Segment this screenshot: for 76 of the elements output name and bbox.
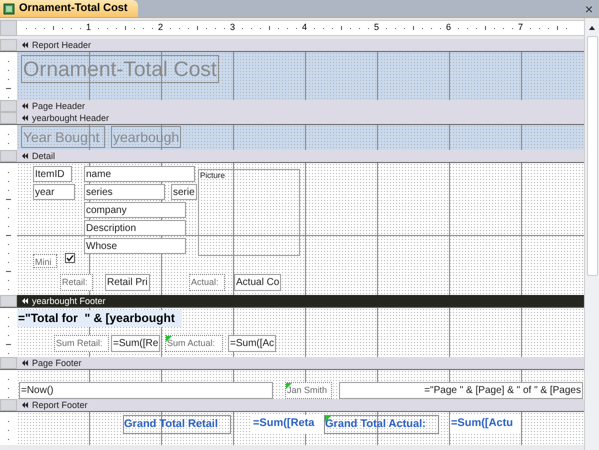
text-box[interactable]: series bbox=[84, 184, 165, 200]
section-title: yearbought Footer bbox=[32, 296, 106, 306]
ruler-number: 1 bbox=[86, 22, 92, 33]
text-box[interactable]: =Sum([Ac bbox=[228, 335, 276, 352]
section-bar[interactable]: yearbought Footer bbox=[17, 295, 584, 307]
section-bar[interactable]: yearbought Header bbox=[17, 112, 584, 124]
section-title: Detail bbox=[32, 150, 56, 162]
section-selector[interactable] bbox=[0, 357, 17, 369]
vertical-ruler bbox=[0, 52, 17, 100]
vertical-ruler bbox=[0, 125, 17, 150]
text-box[interactable]: ="Page " & [Page] & " of " & [Pages bbox=[339, 382, 583, 399]
text-box[interactable]: Whose bbox=[84, 238, 186, 254]
text-box[interactable]: Actual Co bbox=[234, 274, 282, 291]
section-icon bbox=[21, 297, 29, 305]
ruler-number: 5 bbox=[374, 22, 380, 33]
section-title: Page Header bbox=[32, 100, 86, 112]
document-tab[interactable]: Ornament-Total Cost bbox=[0, 0, 138, 17]
section-body[interactable]: =Now() Jan Smith ="Page " & [Page] & " of " & [Pages bbox=[17, 370, 584, 399]
text-box[interactable]: Description bbox=[84, 220, 186, 236]
text-box[interactable]: ItemID bbox=[33, 166, 72, 182]
total-text-box[interactable]: =Sum([Reta bbox=[252, 415, 322, 434]
report-icon bbox=[3, 2, 15, 14]
section-selector[interactable] bbox=[0, 399, 17, 411]
section-title: Report Header bbox=[32, 40, 92, 50]
section-selector[interactable] bbox=[0, 150, 17, 162]
section-title: yearbought Header bbox=[32, 112, 110, 124]
close-button[interactable]: × bbox=[580, 0, 597, 16]
section-bar[interactable]: Page Header bbox=[17, 100, 584, 112]
section-bar[interactable]: Report Header bbox=[17, 39, 584, 51]
report-label[interactable]: Actual: bbox=[189, 274, 225, 291]
text-box[interactable]: Retail Pri bbox=[105, 274, 150, 291]
checkbox[interactable] bbox=[65, 253, 75, 263]
section-bar[interactable]: Report Footer bbox=[17, 399, 584, 411]
report-label[interactable]: Jan Smith bbox=[285, 382, 332, 399]
tab-title: Ornament-Total Cost bbox=[19, 1, 128, 16]
report-label[interactable]: Sum Actual: bbox=[165, 335, 223, 352]
vertical-ruler bbox=[0, 370, 17, 399]
section-icon bbox=[21, 401, 29, 409]
image-frame[interactable]: Picture bbox=[198, 169, 300, 256]
text-box[interactable]: company bbox=[84, 202, 186, 218]
vertical-ruler bbox=[0, 308, 17, 357]
image-frame-label: Picture bbox=[200, 170, 225, 181]
section-selector[interactable] bbox=[0, 100, 17, 112]
section-selector[interactable] bbox=[0, 39, 17, 51]
report-label[interactable]: Retail: bbox=[60, 274, 93, 291]
text-box[interactable]: serie bbox=[171, 184, 197, 200]
section-selector[interactable] bbox=[0, 112, 17, 124]
total-text-box[interactable]: =Sum([Actu bbox=[450, 415, 520, 434]
text-box[interactable]: name bbox=[84, 166, 195, 182]
text-box[interactable]: =Now() bbox=[19, 382, 273, 399]
section-icon bbox=[21, 359, 29, 367]
section-body[interactable]: ItemID name Picture year series serie company Description Whose Mini Retail: Retail Pri Actual: Actual Co bbox=[17, 163, 584, 295]
section-icon bbox=[21, 41, 29, 49]
text-box[interactable]: =Sum([Re bbox=[111, 335, 160, 352]
vertical-scrollbar[interactable] bbox=[584, 18, 599, 450]
section-selector[interactable] bbox=[0, 295, 17, 307]
section-title: Page Footer bbox=[32, 358, 82, 368]
section-bar[interactable]: Page Footer bbox=[17, 357, 584, 369]
section-bar[interactable]: Detail bbox=[17, 150, 584, 162]
scrollbar-thumb[interactable] bbox=[586, 36, 598, 276]
ruler-number: 7 bbox=[518, 22, 524, 33]
text-box[interactable]: year bbox=[33, 184, 75, 200]
section-body[interactable]: ="Total for " & [yearbought Sum Retail: =Sum([Re Sum Actual: =Sum([Ac bbox=[17, 308, 584, 357]
vertical-ruler bbox=[0, 412, 17, 445]
report-label[interactable]: Sum Retail: bbox=[54, 335, 109, 352]
section-icon bbox=[21, 152, 29, 160]
section-icon bbox=[21, 102, 29, 110]
ruler-number: 6 bbox=[446, 22, 452, 33]
report-label[interactable]: Mini bbox=[33, 254, 57, 268]
ruler-number: 2 bbox=[158, 22, 164, 33]
section-icon bbox=[21, 114, 29, 122]
report-selector[interactable] bbox=[0, 20, 17, 36]
ruler-number: 4 bbox=[302, 22, 308, 33]
section-title: Report Footer bbox=[32, 400, 88, 410]
ruler-number: 3 bbox=[230, 22, 236, 33]
group-title-box[interactable]: ="Total for " & [yearbought bbox=[17, 310, 182, 327]
